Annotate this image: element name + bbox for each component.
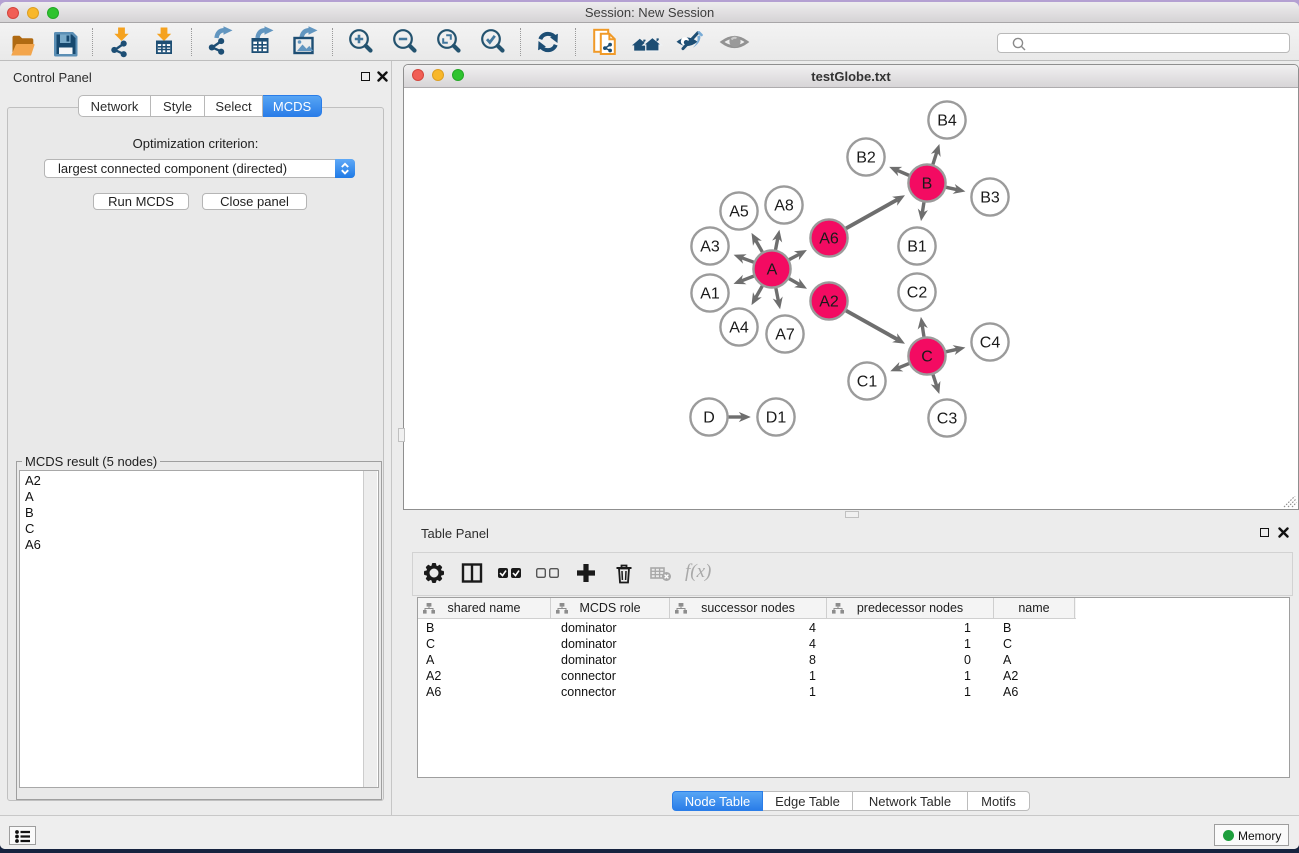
svg-text:C2: C2 — [907, 285, 928, 302]
svg-text:D: D — [703, 410, 715, 427]
svg-text:B: B — [922, 176, 933, 193]
svg-text:A: A — [767, 262, 778, 279]
svg-text:A1: A1 — [700, 286, 720, 303]
svg-text:A7: A7 — [775, 327, 795, 344]
svg-text:C: C — [921, 349, 933, 366]
svg-text:A2: A2 — [819, 294, 839, 311]
svg-text:A3: A3 — [700, 239, 720, 256]
svg-text:B3: B3 — [980, 190, 1000, 207]
svg-text:C4: C4 — [980, 335, 1001, 352]
svg-text:A5: A5 — [729, 204, 749, 221]
svg-text:B4: B4 — [937, 113, 957, 130]
svg-text:C3: C3 — [937, 411, 958, 428]
svg-text:C1: C1 — [857, 374, 878, 391]
svg-text:B2: B2 — [856, 150, 876, 167]
svg-text:A6: A6 — [819, 231, 839, 248]
svg-text:A8: A8 — [774, 198, 794, 215]
svg-text:A4: A4 — [729, 320, 749, 337]
svg-text:B1: B1 — [907, 239, 927, 256]
svg-text:D1: D1 — [766, 410, 787, 427]
